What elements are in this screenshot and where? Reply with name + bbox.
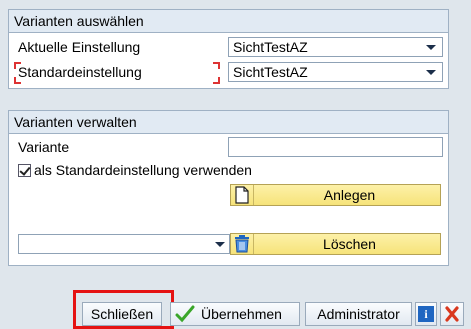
default-setting-label: Standardeinstellung <box>18 64 142 80</box>
default-setting-value: SichtTestAZ <box>233 64 308 80</box>
delete-button[interactable]: Löschen <box>230 233 441 255</box>
variant-input[interactable] <box>228 137 443 157</box>
checkmark-icon <box>175 305 195 329</box>
administrator-button-label: Administrator <box>317 306 400 322</box>
apply-button-label: Übernehmen <box>201 306 282 322</box>
close-button-highlight <box>73 290 174 329</box>
variant-label: Variante <box>18 139 70 155</box>
focus-corner-tr <box>213 62 220 69</box>
administrator-button[interactable]: Administrator <box>305 302 412 326</box>
manage-variants-header: Varianten verwalten <box>9 111 448 134</box>
current-setting-dropdown[interactable]: SichtTestAZ <box>228 37 443 57</box>
create-button[interactable]: Anlegen <box>230 184 441 206</box>
focus-corner-br <box>213 77 220 84</box>
apply-button[interactable]: Übernehmen <box>170 302 300 326</box>
default-setting-dropdown[interactable]: SichtTestAZ <box>228 62 443 82</box>
create-button-label: Anlegen <box>323 187 376 203</box>
chevron-down-icon <box>426 70 436 75</box>
chevron-down-icon <box>426 45 436 50</box>
info-button[interactable]: i <box>415 302 437 326</box>
close-icon <box>445 306 459 325</box>
checkmark-icon <box>19 164 31 176</box>
delete-variant-dropdown[interactable] <box>18 234 230 254</box>
delete-button-label: Löschen <box>323 236 376 252</box>
current-setting-value: SichtTestAZ <box>233 39 308 55</box>
info-icon: i <box>418 306 434 322</box>
current-setting-label: Aktuelle Einstellung <box>18 39 141 55</box>
select-variants-header: Varianten auswählen <box>9 10 448 33</box>
default-setting-label-box: Standardeinstellung <box>14 62 220 84</box>
use-default-checkbox[interactable] <box>18 164 31 177</box>
use-default-label: als Standardeinstellung verwenden <box>34 162 252 178</box>
cancel-button[interactable] <box>440 302 464 326</box>
chevron-down-icon <box>215 242 225 247</box>
